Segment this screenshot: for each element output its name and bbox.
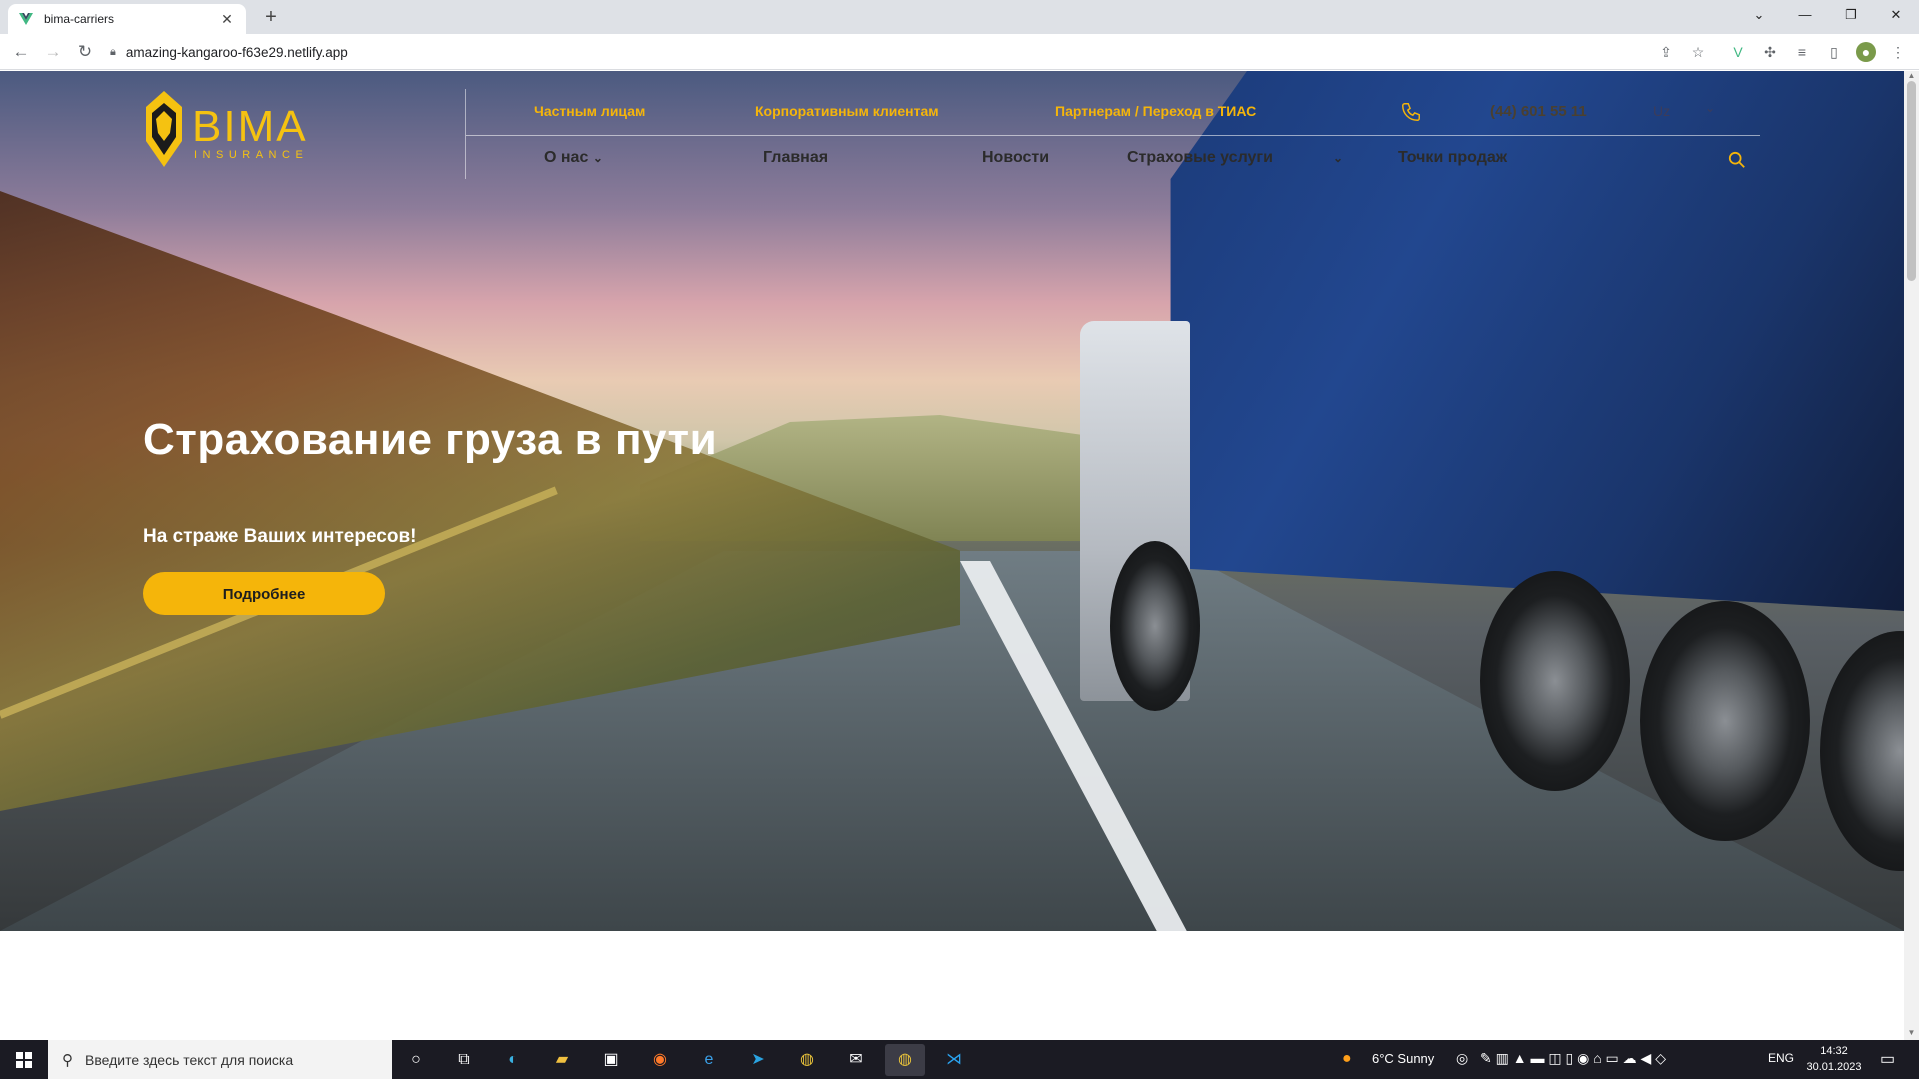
header-divider [466, 135, 1760, 136]
link-private-clients[interactable]: Частным лицам [534, 103, 645, 119]
more-details-button[interactable]: Подробнее [143, 572, 385, 615]
browser-tabbar: bima-carriers ✕ + ⌄ — ❐ ✕ [0, 0, 1919, 34]
nav-home[interactable]: Главная [763, 149, 828, 167]
extensions-icon[interactable]: ✣ [1760, 42, 1780, 62]
profile-avatar[interactable]: ● [1856, 42, 1876, 62]
truck-wheel [1820, 631, 1904, 871]
logo-text: BIMA [192, 102, 308, 151]
chevron-down-icon[interactable]: ⌄ [1705, 101, 1715, 115]
file-explorer-icon[interactable]: ▰ [542, 1044, 582, 1076]
share-icon[interactable]: ⇪ [1656, 42, 1676, 62]
edge-icon[interactable]: ◐ [493, 1044, 533, 1076]
notifications-icon[interactable]: ▭ [1880, 1049, 1895, 1069]
hero-truck-image [1080, 71, 1904, 871]
cortana-icon[interactable]: ○ [396, 1044, 436, 1076]
restore-icon[interactable]: ❐ [1828, 0, 1874, 30]
nav-points-of-sale[interactable]: Точки продаж [1398, 149, 1507, 167]
chevron-down-icon: ⌄ [592, 151, 603, 165]
input-language[interactable]: ENG [1768, 1051, 1794, 1065]
back-icon[interactable]: ← [8, 39, 34, 65]
tab-title: bima-carriers [44, 12, 115, 26]
header-divider [465, 89, 466, 179]
clock-date: 30.01.2023 [1806, 1061, 1862, 1073]
scrollbar-thumb[interactable] [1907, 81, 1916, 281]
side-panel-icon[interactable]: ▯ [1824, 42, 1844, 62]
taskbar-clock[interactable]: 14:32 30.01.2023 [1806, 1043, 1862, 1075]
task-view-icon[interactable]: ⧉ [444, 1044, 484, 1076]
page-viewport: BIMA INSURANCE Частным лицам Корпоративн… [0, 71, 1904, 1041]
close-tab-icon[interactable]: ✕ [218, 11, 236, 28]
tab-search-icon[interactable]: ⌄ [1736, 0, 1782, 30]
page-scrollbar[interactable]: ▲ ▼ [1904, 71, 1919, 1041]
logo-subtext: INSURANCE [194, 149, 309, 161]
truck-wheel [1640, 601, 1810, 841]
telegram-icon[interactable]: ➤ [738, 1044, 778, 1076]
language-selector[interactable]: Uz [1653, 103, 1670, 119]
network-globe-icon[interactable]: ◎ [1456, 1050, 1468, 1067]
weather-text[interactable]: 6°C Sunny [1372, 1051, 1434, 1066]
nav-news[interactable]: Новости [982, 149, 1049, 167]
lock-icon: 🔒︎ [110, 45, 116, 58]
vue-icon [19, 13, 33, 25]
windows-start-icon[interactable] [0, 1040, 48, 1079]
phone-icon [1402, 103, 1420, 121]
truck-wheel [1110, 541, 1200, 711]
forward-icon[interactable]: → [40, 39, 66, 65]
firefox-icon[interactable]: ◉ [640, 1044, 680, 1076]
scroll-down-icon[interactable]: ▼ [1904, 1028, 1919, 1040]
lion-shield-icon [146, 91, 182, 167]
media-icon[interactable]: ≡ [1792, 42, 1812, 62]
minimize-icon[interactable]: — [1782, 0, 1828, 30]
tray-app-icons[interactable]: ✎ ▥ ▲ ▬ ◫ ▯ ◉ ⌂ ▭ ☁ ◀ ◇ [1480, 1050, 1666, 1067]
bima-logo[interactable]: BIMA INSURANCE [142, 89, 322, 169]
mail-icon[interactable]: ✉ [836, 1044, 876, 1076]
menu-kebab-icon[interactable]: ⋮ [1888, 42, 1908, 62]
weather-sun-icon: ● [1342, 1050, 1352, 1067]
chevron-down-icon[interactable]: ⌄ [1333, 149, 1343, 167]
new-tab-button[interactable]: + [258, 5, 284, 31]
reload-icon[interactable]: ↻ [72, 39, 98, 65]
hero-title: Страхование груза в пути [143, 415, 718, 464]
address-bar[interactable]: 🔒︎ amazing-kangaroo-f63e29.netlify.app [110, 38, 1710, 66]
nav-about[interactable]: О нас ⌄ [544, 149, 603, 167]
taskbar-search[interactable]: ⚲ Введите здесь текст для поиска [48, 1040, 392, 1079]
nav-insurance-services[interactable]: Страховые услуги [1127, 149, 1273, 167]
store-icon[interactable]: ▣ [591, 1044, 631, 1076]
link-corporate-clients[interactable]: Корпоративным клиентам [755, 103, 939, 119]
hero-subtitle: На страже Ваших интересов! [143, 526, 417, 547]
search-icon[interactable] [1728, 151, 1746, 169]
nav-about-label: О нас [544, 149, 589, 166]
close-window-icon[interactable]: ✕ [1873, 0, 1919, 30]
vscode-icon[interactable]: ⋊ [934, 1044, 974, 1076]
browser-toolbar: ← → ↻ 🔒︎ amazing-kangaroo-f63e29.netlify… [0, 34, 1919, 70]
hero-section: BIMA INSURANCE Частным лицам Корпоративн… [0, 71, 1904, 931]
chrome-icon[interactable]: ◍ [787, 1044, 827, 1076]
link-partners[interactable]: Партнерам / Переход в ТИАС [1055, 103, 1256, 119]
clock-time: 14:32 [1820, 1045, 1848, 1057]
search-icon: ⚲ [62, 1051, 73, 1069]
nav-insurance-services-label: Страховые услуги [1127, 149, 1273, 166]
internet-explorer-icon[interactable]: e [689, 1044, 729, 1076]
url-text: amazing-kangaroo-f63e29.netlify.app [125, 44, 348, 60]
vue-devtools-icon[interactable]: V [1728, 42, 1748, 62]
chrome-active-icon[interactable]: ◍ [885, 1044, 925, 1076]
truck-wheel [1480, 571, 1630, 791]
windows-taskbar: ⚲ Введите здесь текст для поиска ○ ⧉ ◐ ▰… [0, 1040, 1919, 1079]
browser-tab[interactable]: bima-carriers ✕ [8, 4, 246, 34]
phone-number[interactable]: (44) 601 55 11 [1490, 103, 1587, 120]
taskbar-search-placeholder: Введите здесь текст для поиска [85, 1051, 294, 1068]
bookmark-star-icon[interactable]: ☆ [1688, 42, 1708, 62]
